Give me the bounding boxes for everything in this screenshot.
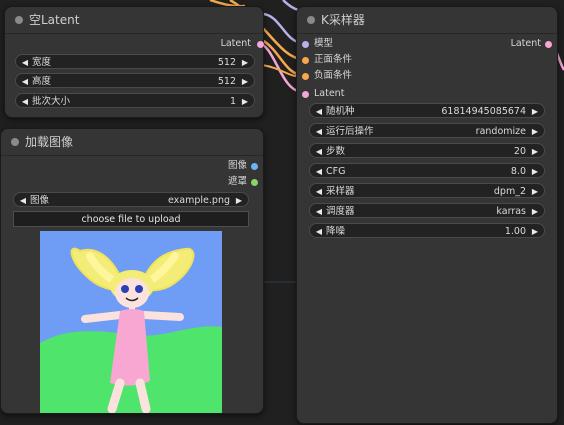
decrement-arrow-icon[interactable]: ◀ [313,104,325,119]
empty-latent-title-text: 空Latent [29,13,80,27]
upload-button[interactable]: choose file to upload [13,211,249,227]
positive-input-pin[interactable] [302,57,309,64]
mask-output-label: 遮罩 [227,176,247,187]
load-image-title-text: 加载图像 [25,135,74,149]
image-output-label: 图像 [227,160,247,171]
steps-value: 20 [513,146,526,157]
negative-input-label: 负面条件 [314,70,353,81]
image-output-pin[interactable] [251,163,258,170]
image-preview-drawing [40,231,222,413]
image-preview [40,231,222,413]
wire-top-2 [282,0,299,12]
control-after-generate-value: randomize [475,126,526,137]
height-widget[interactable]: ◀ 高度 512 ▶ [15,73,255,88]
seed-widget[interactable]: ◀ 随机种 61814945085674 ▶ [309,103,545,118]
decrement-arrow-icon[interactable]: ◀ [19,55,31,70]
seed-label: 随机种 [326,106,355,117]
prev-arrow-icon[interactable]: ◀ [313,184,325,199]
cfg-widget[interactable]: ◀ CFG 8.0 ▶ [309,163,545,178]
next-arrow-icon[interactable]: ▶ [529,124,541,139]
decrement-arrow-icon[interactable]: ◀ [313,164,325,179]
width-widget[interactable]: ◀ 宽度 512 ▶ [15,54,255,69]
width-value: 512 [217,57,236,68]
collapse-dot[interactable] [11,138,19,146]
ksampler-node[interactable]: K采样器 模型 正面条件 负面条件 Latent Latent ◀ 随机种 61… [296,6,558,424]
next-arrow-icon[interactable]: ▶ [529,204,541,219]
latent-output-label: Latent [510,38,541,49]
empty-latent-title[interactable]: 空Latent [5,7,263,34]
seed-value: 61814945085674 [441,106,526,117]
decrement-arrow-icon[interactable]: ◀ [19,94,31,109]
control-after-generate-label: 运行后操作 [326,126,374,137]
negative-input-pin[interactable] [302,73,309,80]
height-value: 512 [217,76,236,87]
increment-arrow-icon[interactable]: ▶ [529,144,541,159]
model-input-pin[interactable] [302,41,309,48]
decrement-arrow-icon[interactable]: ◀ [19,74,31,89]
next-arrow-icon[interactable]: ▶ [529,184,541,199]
scheduler-widget[interactable]: ◀ 调度器 karras ▶ [309,203,545,218]
steps-label: 步数 [326,146,346,157]
sampler-widget[interactable]: ◀ 采样器 dpm_2 ▶ [309,183,545,198]
latent-output-pin[interactable] [545,41,552,48]
scheduler-value: karras [496,206,526,217]
denoise-value: 1.00 [504,226,526,237]
sampler-label: 采样器 [326,186,355,197]
next-arrow-icon[interactable]: ▶ [233,193,245,208]
image-select-value: example.png [168,195,230,206]
batch-size-value: 1 [229,96,236,107]
batch-size-label: 批次大小 [32,96,71,107]
batch-size-widget[interactable]: ◀ 批次大小 1 ▶ [15,93,255,108]
latent-input-label: Latent [314,88,345,99]
cfg-label: CFG [326,166,346,177]
height-label: 高度 [32,76,52,87]
latent-output-label: Latent [220,38,251,49]
collapse-dot[interactable] [15,16,23,24]
latent-output-pin[interactable] [257,41,264,48]
latent-input-pin[interactable] [302,91,309,98]
increment-arrow-icon[interactable]: ▶ [239,55,251,70]
denoise-label: 降噪 [326,226,346,237]
image-select-label: 图像 [30,195,50,206]
steps-widget[interactable]: ◀ 步数 20 ▶ [309,143,545,158]
denoise-widget[interactable]: ◀ 降噪 1.00 ▶ [309,223,545,238]
increment-arrow-icon[interactable]: ▶ [529,104,541,119]
decrement-arrow-icon[interactable]: ◀ [313,144,325,159]
load-image-title[interactable]: 加载图像 [1,129,263,156]
prev-arrow-icon[interactable]: ◀ [17,193,29,208]
scheduler-label: 调度器 [326,206,355,217]
mask-output-pin[interactable] [251,179,258,186]
increment-arrow-icon[interactable]: ▶ [529,224,541,239]
control-after-generate-widget[interactable]: ◀ 运行后操作 randomize ▶ [309,123,545,138]
ksampler-title[interactable]: K采样器 [297,7,557,34]
collapse-dot[interactable] [307,16,315,24]
decrement-arrow-icon[interactable]: ◀ [313,224,325,239]
model-input-label: 模型 [314,38,334,49]
prev-arrow-icon[interactable]: ◀ [313,204,325,219]
increment-arrow-icon[interactable]: ▶ [239,74,251,89]
load-image-node[interactable]: 加载图像 图像 遮罩 ◀ 图像 example.png ▶ choose fil… [0,128,264,414]
image-select-widget[interactable]: ◀ 图像 example.png ▶ [13,192,249,207]
width-label: 宽度 [32,57,52,68]
increment-arrow-icon[interactable]: ▶ [529,164,541,179]
positive-input-label: 正面条件 [314,54,353,65]
prev-arrow-icon[interactable]: ◀ [313,124,325,139]
sampler-value: dpm_2 [493,186,526,197]
ksampler-title-text: K采样器 [321,13,365,27]
cfg-value: 8.0 [510,166,526,177]
increment-arrow-icon[interactable]: ▶ [239,94,251,109]
empty-latent-node[interactable]: 空Latent Latent ◀ 宽度 512 ▶ ◀ 高度 512 ▶ ◀ 批… [4,6,264,118]
